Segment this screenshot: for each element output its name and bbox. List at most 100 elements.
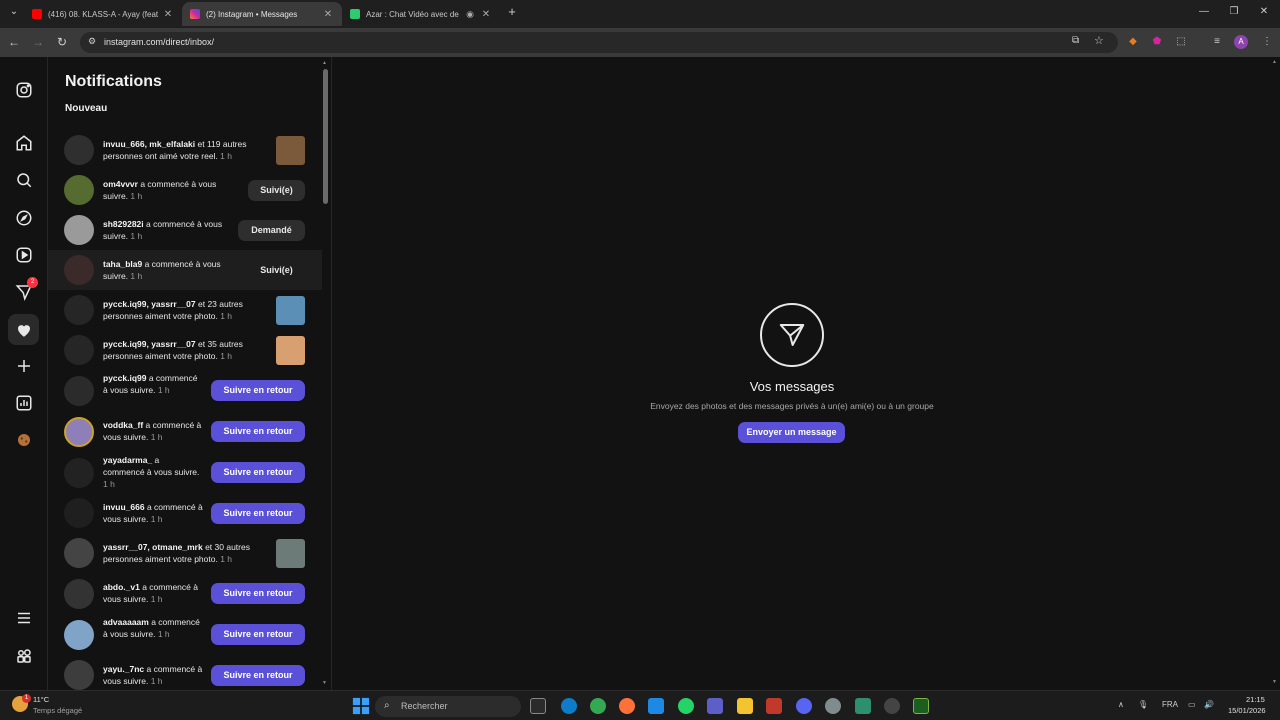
avatar[interactable] xyxy=(64,215,94,245)
microphone-icon[interactable]: 🎙 xyxy=(1138,700,1148,709)
close-icon[interactable]: ✕ xyxy=(480,9,492,20)
snipping-tool-icon[interactable] xyxy=(855,698,871,714)
notification-user[interactable]: advaaaaam xyxy=(103,617,149,627)
avatar[interactable] xyxy=(64,255,94,285)
notification-item[interactable]: yayadarma_ a commencé à vous suivre. 1 h… xyxy=(48,452,322,493)
notification-user[interactable]: invuu_666 xyxy=(103,502,145,512)
bookmark-star-icon[interactable]: ☆ xyxy=(1094,34,1104,47)
follow-back-button[interactable]: Suivre en retour xyxy=(211,624,305,645)
avatar[interactable] xyxy=(64,579,94,609)
notification-item[interactable]: invuu_666, mk_elfalaki et 119 autres per… xyxy=(48,130,322,170)
notification-item[interactable]: taha_bla9 a commencé à vous suivre. 1 h S… xyxy=(48,250,322,290)
follow-back-button[interactable]: Suivre en retour xyxy=(211,380,305,401)
back-icon[interactable]: ← xyxy=(6,34,22,50)
profile-avatar-icon[interactable] xyxy=(12,428,36,452)
extension-fox-icon[interactable]: ◆ xyxy=(1126,35,1140,49)
send-message-button[interactable]: Envoyer un message xyxy=(738,422,845,443)
messages-icon[interactable]: 2 xyxy=(12,277,38,304)
post-thumbnail[interactable] xyxy=(276,296,305,325)
minimize-icon[interactable]: — xyxy=(1196,6,1212,17)
app-red-icon[interactable] xyxy=(766,698,782,714)
home-icon[interactable] xyxy=(12,131,36,155)
notification-user[interactable]: voddka_ff xyxy=(103,420,143,430)
extensions-icon[interactable]: ⬚ xyxy=(1174,35,1188,49)
notification-user[interactable]: abdo._v1 xyxy=(103,582,140,592)
close-window-icon[interactable]: ✕ xyxy=(1256,6,1272,17)
file-explorer-icon[interactable] xyxy=(737,698,753,714)
avatar[interactable] xyxy=(64,376,94,406)
notification-item[interactable]: sh829282i a commencé à vous suivre. 1 hD… xyxy=(48,210,322,250)
scroll-up-icon[interactable]: ▲ xyxy=(322,60,327,66)
post-thumbnail[interactable] xyxy=(276,336,305,365)
tray-chevron-icon[interactable]: ∧ xyxy=(1118,700,1124,709)
notification-item[interactable]: pycck.iq99, yassrr__07 et 23 autres pers… xyxy=(48,290,322,330)
notifications-heart-icon[interactable] xyxy=(8,314,39,345)
address-bar[interactable]: ⚙ instagram.com/direct/inbox/ ⧉ ☆ xyxy=(80,32,1118,53)
avatar[interactable] xyxy=(64,538,94,568)
install-app-icon[interactable]: ⧉ xyxy=(1072,35,1079,46)
avatar[interactable] xyxy=(64,135,94,165)
notification-item[interactable]: pycck.iq99 a commencé à vous suivre. 1 h… xyxy=(48,370,322,411)
following-button[interactable]: Suivi(e) xyxy=(248,180,305,201)
site-info-icon[interactable]: ⚙ xyxy=(88,36,96,47)
tab-youtube[interactable]: (416) 08. KLASS-A - Ayay (feat. ✕ xyxy=(24,2,182,26)
app-dark-icon[interactable] xyxy=(884,698,900,714)
also-from-meta-icon[interactable] xyxy=(12,644,36,668)
notification-user[interactable]: invuu_666, mk_elfalaki xyxy=(103,139,195,149)
notification-user[interactable]: sh829282i xyxy=(103,219,144,229)
avatar[interactable] xyxy=(64,417,94,447)
tab-azar[interactable]: Azar : Chat Vidéo avec de n ◉ ✕ xyxy=(342,2,500,26)
new-tab-button[interactable]: + xyxy=(504,4,520,19)
page-scrollbar[interactable]: ▲ ▼ xyxy=(1270,57,1280,690)
notification-item[interactable]: voddka_ff a commencé à vous suivre. 1 h S… xyxy=(48,411,322,452)
avatar[interactable] xyxy=(64,458,94,488)
avatar[interactable] xyxy=(64,498,94,528)
app-green-icon[interactable] xyxy=(913,698,929,714)
scroll-down-icon[interactable]: ▼ xyxy=(1272,679,1277,685)
tab-search-icon[interactable]: ⌄ xyxy=(6,6,22,17)
notification-user[interactable]: yayu._7nc xyxy=(103,664,144,674)
notification-user[interactable]: yayadarma_ xyxy=(103,455,152,465)
follow-back-button[interactable]: Suivre en retour xyxy=(211,462,305,483)
avatar[interactable] xyxy=(64,175,94,205)
clock-time[interactable]: 21:15 xyxy=(1246,695,1265,704)
volume-icon[interactable]: 🔊 xyxy=(1204,700,1214,709)
explore-icon[interactable] xyxy=(12,206,36,230)
notification-item[interactable]: advaaaaam a commencé à vous suivre. 1 h S… xyxy=(48,614,322,655)
language-indicator[interactable]: FRA xyxy=(1162,700,1178,709)
extension-shield-icon[interactable]: ⬟ xyxy=(1150,35,1164,49)
clock-date[interactable]: 15/01/2026 xyxy=(1228,706,1266,715)
notification-user[interactable]: taha_bla9 xyxy=(103,259,142,269)
settings-icon[interactable] xyxy=(825,698,841,714)
notification-item[interactable]: om4vvvr a commencé à vous suivre. 1 h Sui… xyxy=(48,170,322,210)
notification-item[interactable]: pycck.iq99, yassrr__07 et 35 autres pers… xyxy=(48,330,322,370)
restore-icon[interactable]: ❐ xyxy=(1226,6,1242,17)
dashboard-icon[interactable] xyxy=(12,391,36,415)
search-icon[interactable] xyxy=(12,168,36,192)
reels-icon[interactable] xyxy=(12,243,36,267)
notification-item[interactable]: yayu._7nc a commencé à vous suivre. 1 h S… xyxy=(48,655,322,690)
avatar[interactable] xyxy=(64,335,94,365)
scroll-down-icon[interactable]: ▼ xyxy=(322,680,327,686)
avatar[interactable] xyxy=(64,295,94,325)
scroll-up-icon[interactable]: ▲ xyxy=(1272,59,1277,65)
task-view-icon[interactable] xyxy=(530,698,546,714)
tab-instagram[interactable]: (2) Instagram • Messages ✕ xyxy=(182,2,342,26)
notification-user[interactable]: pycck.iq99, yassrr__07 xyxy=(103,339,196,349)
store-icon[interactable] xyxy=(648,698,664,714)
windows-start-icon[interactable] xyxy=(352,697,370,715)
avatar[interactable] xyxy=(64,620,94,650)
scrollbar-thumb[interactable] xyxy=(323,69,328,204)
forward-icon[interactable]: → xyxy=(30,34,46,50)
notification-item[interactable]: yassrr__07, otmane_mrk et 30 autres pers… xyxy=(48,533,322,573)
menu-kebab-icon[interactable]: ⋮ xyxy=(1260,35,1274,49)
avatar[interactable] xyxy=(64,660,94,690)
notification-user[interactable]: pycck.iq99, yassrr__07 xyxy=(103,299,196,309)
edge-icon[interactable] xyxy=(561,698,577,714)
notification-user[interactable]: om4vvvr xyxy=(103,179,138,189)
notification-item[interactable]: invuu_666 a commencé à vous suivre. 1 h S… xyxy=(48,493,322,533)
following-button[interactable]: Suivi(e) xyxy=(248,260,305,281)
profile-avatar[interactable]: A xyxy=(1234,35,1248,49)
reload-icon[interactable]: ↻ xyxy=(54,34,70,50)
more-menu-icon[interactable] xyxy=(12,606,36,630)
